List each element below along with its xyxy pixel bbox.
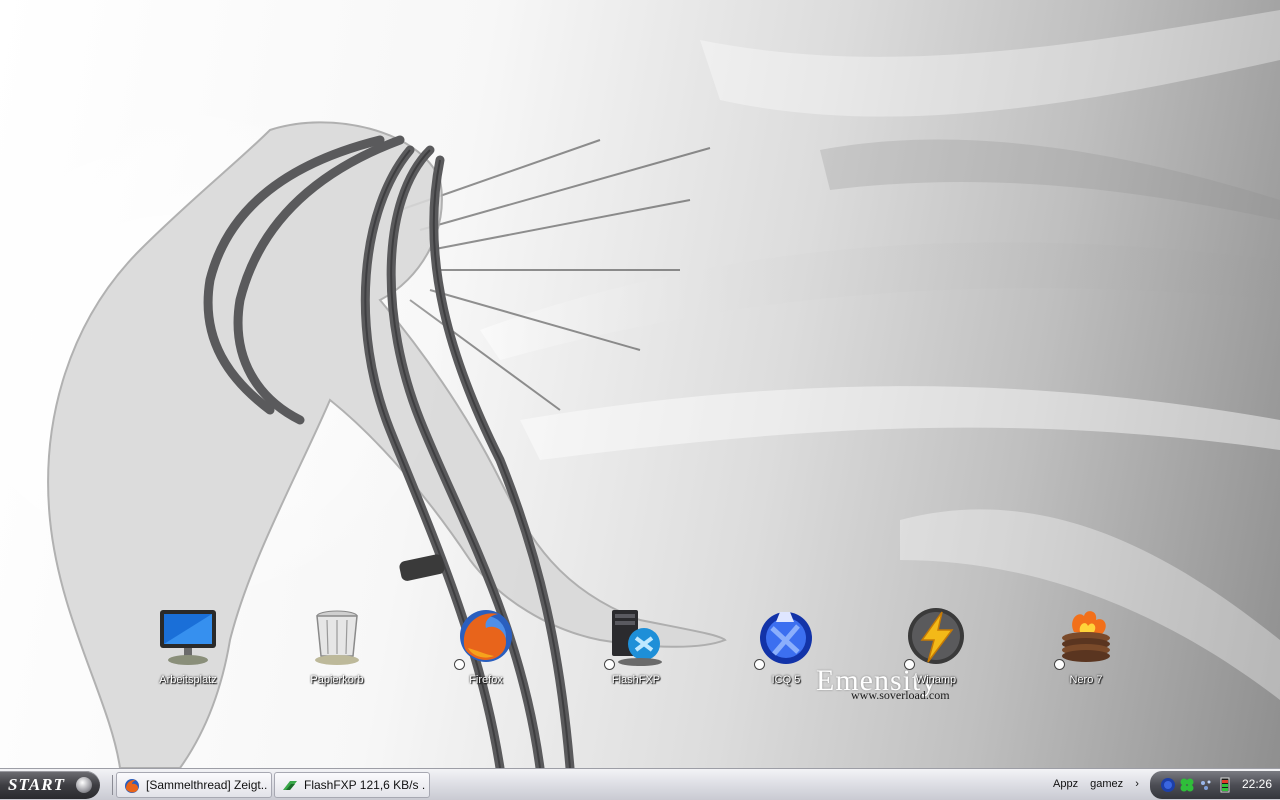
start-orb-icon bbox=[76, 777, 92, 793]
desktop-icon-firefox[interactable]: Firefox bbox=[438, 604, 534, 694]
desktop-icon-label: Nero 7 bbox=[1069, 674, 1103, 686]
desktop-icon-label: Arbeitsplatz bbox=[159, 674, 217, 686]
quicklink-appz[interactable]: Appz bbox=[1053, 778, 1078, 790]
shortcut-marker bbox=[1054, 659, 1065, 670]
taskbar: START [Sammelthread] Zeigt... FlashFXP 1… bbox=[0, 768, 1280, 800]
desktop-icon-label: ICQ 5 bbox=[771, 674, 801, 686]
flashfxp-icon bbox=[283, 781, 297, 790]
system-tray: 22:26 bbox=[1150, 771, 1280, 799]
desktop: Emensity www.soverload.com Arbeitsplatz … bbox=[0, 0, 1280, 768]
taskbar-task-firefox[interactable]: [Sammelthread] Zeigt... bbox=[116, 772, 272, 798]
firefox-icon bbox=[125, 779, 139, 793]
clock[interactable]: 22:26 bbox=[1242, 777, 1272, 791]
desktop-icon-label: Firefox bbox=[469, 674, 503, 686]
desktop-icon-nero[interactable]: Nero 7 bbox=[1038, 604, 1134, 694]
taskbar-task-label: FlashFXP 121,6 KB/s ... bbox=[304, 778, 425, 792]
shortcut-marker bbox=[604, 659, 615, 670]
taskbar-separator bbox=[112, 775, 113, 795]
start-label: START bbox=[8, 775, 65, 794]
desktop-icon-papierkorb[interactable]: Papierkorb bbox=[289, 604, 385, 694]
desktop-icon-flashfxp[interactable]: FlashFXP bbox=[588, 604, 684, 694]
monitor-icon bbox=[156, 604, 220, 668]
icq-icon bbox=[754, 604, 818, 670]
chevron-right-icon[interactable]: › bbox=[1135, 778, 1139, 790]
flashfxp-icon bbox=[604, 604, 668, 670]
quicklink-gamez[interactable]: gamez bbox=[1090, 778, 1123, 790]
desktop-icon-winamp[interactable]: Winamp bbox=[888, 604, 984, 694]
shortcut-marker bbox=[754, 659, 765, 670]
desktop-icon-label: Papierkorb bbox=[310, 674, 364, 686]
battery-icon[interactable] bbox=[1217, 777, 1233, 793]
taskbar-task-label: [Sammelthread] Zeigt... bbox=[146, 778, 267, 792]
nero-icon bbox=[1054, 604, 1118, 670]
sparkle-icon[interactable] bbox=[1198, 777, 1214, 793]
desktop-icon-arbeitsplatz[interactable]: Arbeitsplatz bbox=[140, 604, 236, 694]
shortcut-marker bbox=[904, 659, 915, 670]
desktop-icon-icq[interactable]: ICQ 5 bbox=[738, 604, 834, 694]
quicklinks-toolbar: Appz gamez › bbox=[1053, 778, 1148, 790]
taskbar-task-flashfxp[interactable]: FlashFXP 121,6 KB/s ... bbox=[274, 772, 430, 798]
shortcut-marker bbox=[454, 659, 465, 670]
desktop-icon-label: Winamp bbox=[915, 674, 957, 686]
firefox-icon bbox=[454, 604, 518, 670]
start-button[interactable]: START bbox=[0, 771, 100, 799]
clover-icon[interactable] bbox=[1179, 777, 1195, 793]
network-icon[interactable] bbox=[1160, 777, 1176, 793]
recycle-bin-icon bbox=[305, 604, 369, 668]
desktop-icon-label: FlashFXP bbox=[611, 674, 661, 686]
winamp-icon bbox=[904, 604, 968, 670]
